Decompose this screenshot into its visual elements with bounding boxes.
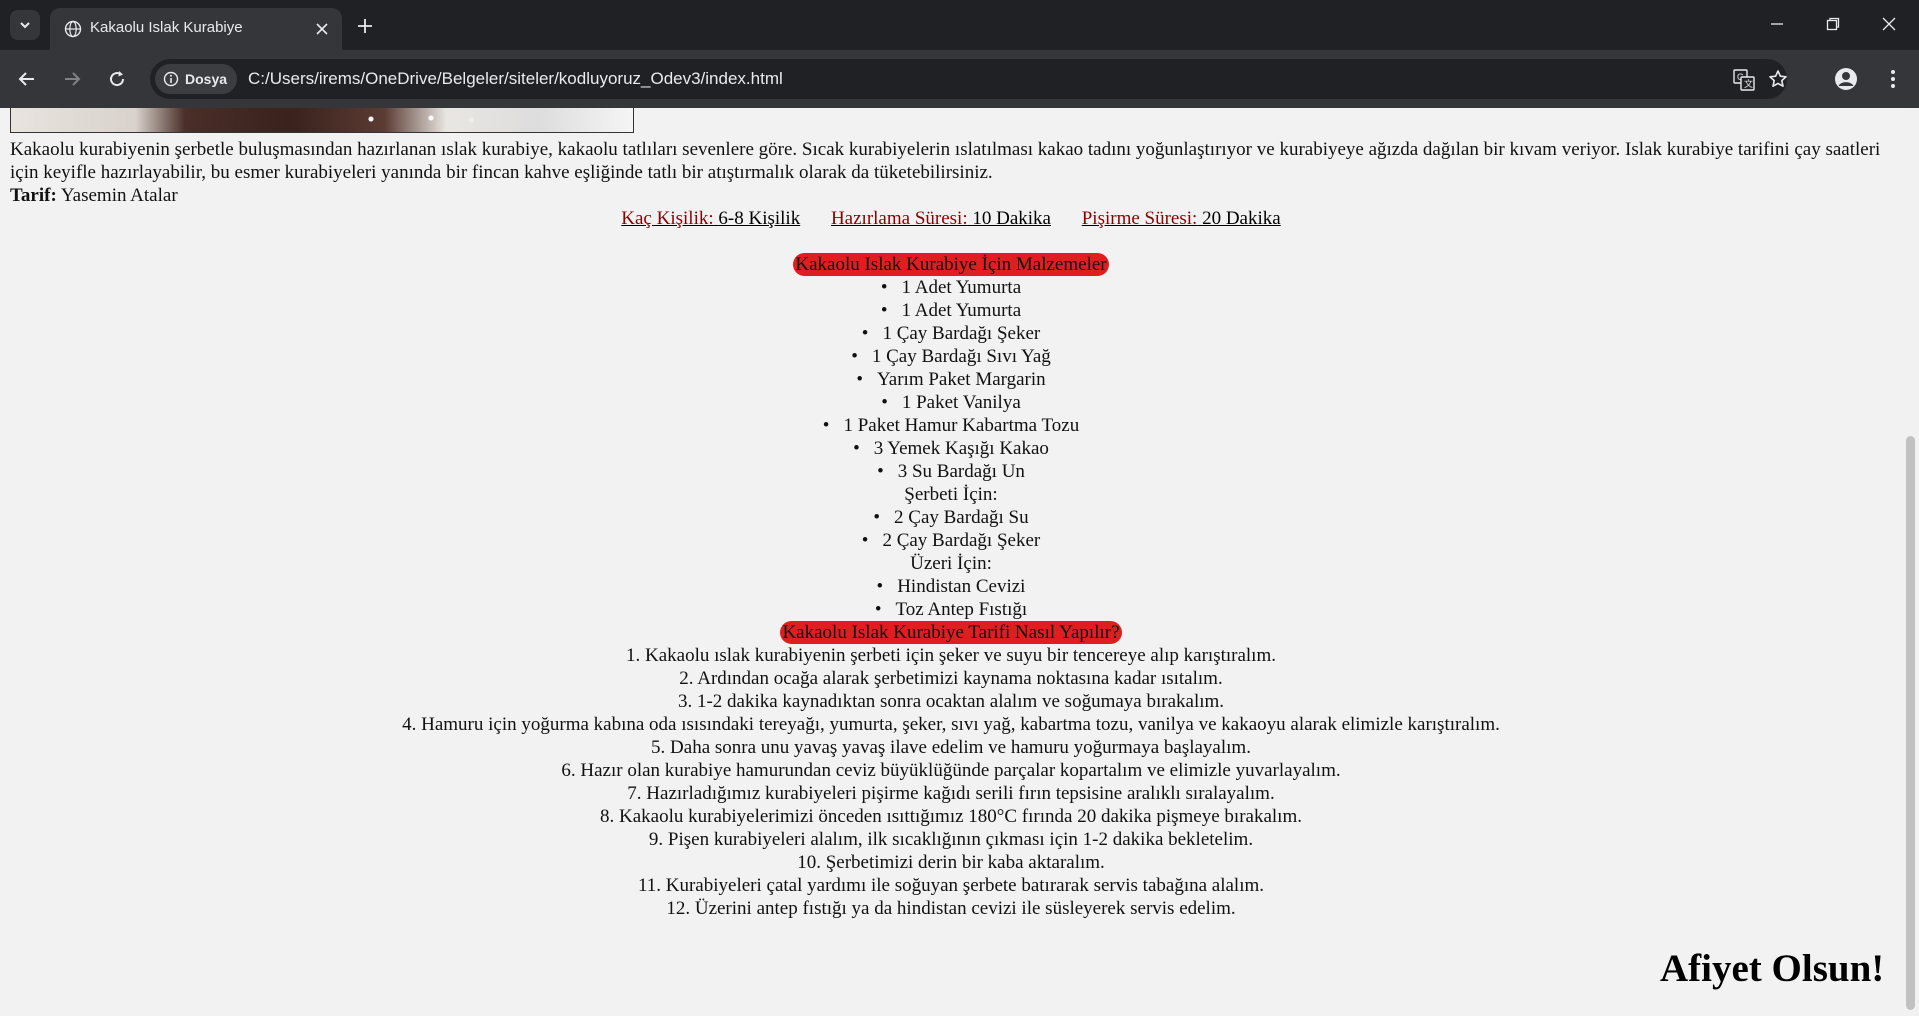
translate-icon: G文	[1733, 69, 1755, 91]
menu-button[interactable]	[1877, 63, 1909, 95]
site-chip-label: Dosya	[185, 71, 228, 87]
coconut-crumbs	[311, 114, 511, 124]
globe-icon	[64, 20, 82, 38]
step-item: 1. Kakaolu ıslak kurabiyenin şerbeti içi…	[625, 645, 1276, 666]
restore-button[interactable]	[1813, 8, 1853, 40]
list-item: 1 Paket Hamur Kabartma Tozu	[0, 414, 1902, 437]
prep-time-link[interactable]: Hazırlama Süresi: 10 Dakika	[831, 207, 1051, 230]
close-icon	[1882, 17, 1896, 31]
recipe-intro: Kakaolu kurabiyenin şerbetle buluşmasınd…	[10, 139, 1881, 183]
forward-button[interactable]	[56, 63, 88, 95]
recipe-credit: Tarif: Yasemin Atalar	[10, 184, 178, 207]
profile-button[interactable]	[1830, 63, 1862, 95]
svg-text:文: 文	[1744, 78, 1753, 90]
tab-close-button[interactable]	[312, 19, 332, 39]
list-item: 1 Çay Bardağı Sıvı Yağ	[0, 345, 1902, 368]
arrow-left-icon	[18, 72, 34, 86]
list-item: 1 Adet Yumurta	[0, 299, 1902, 322]
list-item: Yarım Paket Margarin	[0, 368, 1902, 391]
list-item: 1 Adet Yumurta	[0, 276, 1902, 299]
avatar-icon	[1835, 68, 1857, 90]
close-icon	[316, 23, 328, 35]
step-item: 6. Hazır olan kurabiye hamurundan ceviz …	[561, 760, 1341, 781]
back-button[interactable]	[11, 63, 43, 95]
steps-list: 1. Kakaolu ıslak kurabiyenin şerbeti içi…	[0, 644, 1902, 920]
ingredients-heading: Kakaolu Islak Kurabiye İçin Malzemeler	[0, 253, 1902, 276]
step-item: 2. Ardından ocağa alarak şerbetimizi kay…	[679, 668, 1223, 689]
steps-title: Kakaolu Islak Kurabiye Tarifi Nasıl Yapı…	[780, 621, 1122, 644]
page-viewport: Kakaolu kurabiyenin şerbetle buluşmasınd…	[0, 108, 1902, 1016]
reload-icon	[110, 71, 125, 87]
list-item: Toz Antep Fıstığı	[0, 598, 1902, 621]
restore-icon	[1826, 17, 1840, 31]
step-item: 7. Hazırladığımız kurabiyeleri pişirme k…	[627, 783, 1275, 804]
more-vertical-icon	[1891, 70, 1895, 88]
tab-title: Kakaolu Islak Kurabiye	[90, 19, 243, 36]
close-window-button[interactable]	[1869, 8, 1909, 40]
list-item: 1 Çay Bardağı Şeker	[0, 322, 1902, 345]
credit-label: Tarif:	[10, 185, 57, 206]
step-item: 11. Kurabiyeleri çatal yardımı ile soğuy…	[637, 875, 1265, 896]
tab-active[interactable]: Kakaolu Islak Kurabiye	[50, 8, 342, 50]
info-icon	[163, 71, 179, 87]
bookmark-star-button[interactable]	[1766, 67, 1790, 91]
ingredients-title: Kakaolu Islak Kurabiye İçin Malzemeler	[793, 253, 1109, 276]
list-item: 2 Çay Bardağı Şeker	[0, 529, 1902, 552]
step-item: 8. Kakaolu kurabiyelerimizi önceden ısıt…	[600, 806, 1302, 827]
address-bar[interactable]: Dosya C:/Users/irems/OneDrive/Belgeler/s…	[150, 59, 1787, 99]
scroll-thumb[interactable]	[1906, 436, 1915, 1010]
step-item: 4. Hamuru için yoğurma kabına oda ısısın…	[402, 714, 1500, 735]
site-info-chip[interactable]: Dosya	[155, 64, 238, 94]
reload-button[interactable]	[101, 63, 133, 95]
cookie-image	[10, 108, 634, 133]
list-item: Hindistan Cevizi	[0, 575, 1902, 598]
list-item: 2 Çay Bardağı Su	[0, 506, 1902, 529]
chevron-down-icon	[20, 22, 30, 29]
new-tab-button[interactable]	[352, 13, 378, 39]
list-item: 3 Su Bardağı Un	[0, 460, 1902, 483]
closing-text: Afiyet Olsun!	[1660, 947, 1885, 990]
step-item: 12. Üzerini antep fıstığı ya da hindista…	[666, 898, 1236, 919]
url-text[interactable]: C:/Users/irems/OneDrive/Belgeler/siteler…	[248, 69, 783, 89]
steps-heading: Kakaolu Islak Kurabiye Tarifi Nasıl Yapı…	[0, 621, 1902, 644]
topping-heading: Üzeri İçin:	[910, 553, 992, 574]
translate-button[interactable]: G文	[1732, 68, 1756, 92]
browser-toolbar: Dosya C:/Users/irems/OneDrive/Belgeler/s…	[0, 50, 1919, 108]
list-item: 1 Paket Vanilya	[0, 391, 1902, 414]
list-item: 3 Yemek Kaşığı Kakao	[0, 437, 1902, 460]
ingredients-list: 1 Adet Yumurta 1 Adet Yumurta 1 Çay Bard…	[0, 276, 1902, 621]
credit-name: Yasemin Atalar	[60, 185, 178, 206]
recipe-meta: Kaç Kişilik: 6-8 Kişilik Hazırlama Süres…	[0, 207, 1902, 230]
step-item: 5. Daha sonra unu yavaş yavaş ilave edel…	[651, 737, 1251, 758]
star-icon	[1769, 70, 1787, 87]
minimize-icon	[1771, 23, 1783, 25]
arrow-right-icon	[65, 72, 81, 86]
vertical-scrollbar[interactable]	[1902, 108, 1919, 1016]
servings-link[interactable]: Kaç Kişilik: 6-8 Kişilik	[621, 207, 800, 230]
cook-time-link[interactable]: Pişirme Süresi: 20 Dakika	[1082, 207, 1281, 230]
minimize-button[interactable]	[1757, 8, 1797, 40]
step-item: 9. Pişen kurabiyeleri alalım, ilk sıcakl…	[648, 829, 1254, 850]
tab-bar: Kakaolu Islak Kurabiye	[0, 0, 1919, 50]
syrup-heading: Şerbeti İçin:	[904, 484, 998, 505]
tab-search-button[interactable]	[10, 10, 40, 40]
plus-icon	[358, 19, 372, 33]
step-item: 3. 1-2 dakika kaynadıktan sonra ocaktan …	[677, 691, 1225, 712]
step-item: 10. Şerbetimizi derin bir kaba aktaralım…	[797, 852, 1105, 873]
